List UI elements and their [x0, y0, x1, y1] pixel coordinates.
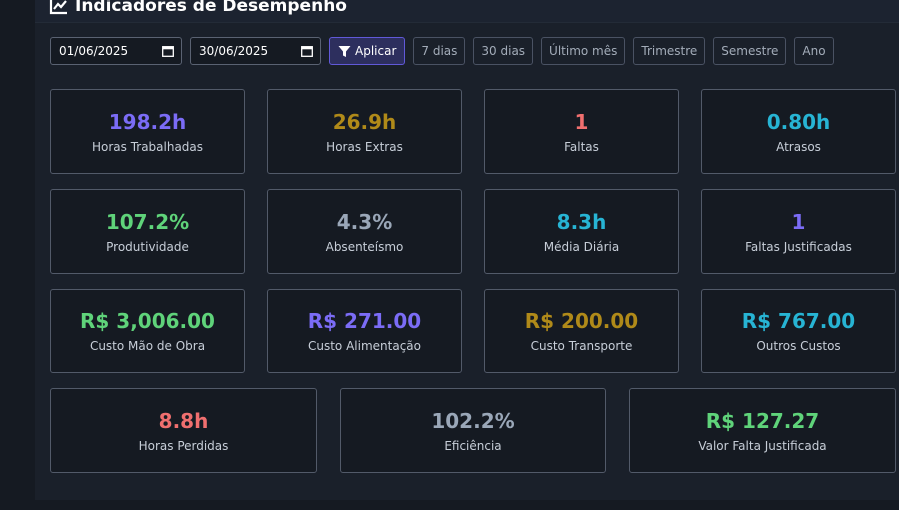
calendar-icon[interactable]: [301, 45, 313, 57]
start-date-value: 01/06/2025: [59, 44, 129, 58]
metric-value: R$ 127.27: [705, 408, 820, 433]
metric-card-daily-average: 8.3h Média Diária: [484, 189, 679, 274]
metric-value: 4.3%: [336, 209, 393, 234]
metric-card-justified-absences: 1 Faltas Justificadas: [701, 189, 896, 274]
apply-label: Aplicar: [355, 44, 397, 58]
metric-value: R$ 200.00: [524, 309, 639, 333]
metric-label: Absenteísmo: [325, 239, 404, 254]
calendar-icon[interactable]: [162, 45, 174, 57]
metric-label: Horas Trabalhadas: [91, 139, 204, 154]
metric-card-efficiency: 102.2% Eficiência: [340, 388, 606, 473]
preset-year-button[interactable]: Ano: [794, 37, 834, 65]
preset-30-days-button[interactable]: 30 dias: [473, 37, 534, 65]
metric-value: 107.2%: [105, 209, 190, 234]
metric-card-overtime: 26.9h Horas Extras: [267, 89, 462, 174]
metric-card-transport-cost: R$ 200.00 Custo Transporte: [484, 289, 679, 373]
metric-label: Produtividade: [106, 239, 189, 254]
metric-value: 0.80h: [766, 109, 831, 134]
metric-label: Faltas Justificadas: [745, 239, 852, 254]
metric-label: Horas Perdidas: [138, 438, 229, 453]
metric-label: Horas Extras: [326, 139, 403, 154]
metric-label: Eficiência: [444, 438, 502, 453]
metric-label: Custo Transporte: [530, 339, 633, 353]
preset-quarter-button[interactable]: Trimestre: [633, 37, 706, 65]
metric-card-absences: 1 Faltas: [484, 89, 679, 174]
panel-header: Indicadores de Desempenho: [35, 0, 899, 23]
metric-value: R$ 271.00: [307, 309, 422, 333]
preset-last-month-button[interactable]: Último mês: [541, 37, 626, 65]
metric-card-other-costs: R$ 767.00 Outros Custos: [701, 289, 896, 373]
metric-label: Custo Mão de Obra: [89, 339, 206, 353]
metric-card-productivity: 107.2% Produtividade: [50, 189, 245, 274]
start-date-input[interactable]: 01/06/2025: [50, 37, 182, 65]
page-title: Indicadores de Desempenho: [75, 0, 347, 16]
preset-7-days-button[interactable]: 7 dias: [413, 37, 466, 65]
filter-icon: [338, 45, 351, 57]
metric-label: Atrasos: [776, 139, 821, 154]
preset-semester-button[interactable]: Semestre: [713, 37, 787, 65]
metric-value: 8.8h: [158, 408, 209, 433]
metric-value: R$ 767.00: [741, 309, 856, 333]
metric-value: 1: [574, 109, 589, 134]
metric-value: 8.3h: [556, 209, 607, 234]
apply-filter-button[interactable]: Aplicar: [329, 37, 406, 65]
metric-value: 1: [791, 209, 806, 234]
metric-value: 198.2h: [108, 109, 187, 134]
end-date-input[interactable]: 30/06/2025: [190, 37, 321, 65]
metric-card-absenteeism: 4.3% Absenteísmo: [267, 189, 462, 274]
filter-bar: 01/06/2025 30/06/2025 Aplicar 7 dias 30 …: [50, 37, 834, 65]
metric-card-food-cost: R$ 271.00 Custo Alimentação: [267, 289, 462, 373]
chart-line-icon: [49, 0, 67, 15]
metric-card-lost-hours: 8.8h Horas Perdidas: [50, 388, 317, 473]
metric-label: Faltas: [564, 139, 599, 154]
metric-label: Custo Alimentação: [307, 339, 421, 353]
metric-card-labor-cost: R$ 3,006.00 Custo Mão de Obra: [50, 289, 245, 373]
metric-card-worked-hours: 198.2h Horas Trabalhadas: [50, 89, 245, 174]
end-date-value: 30/06/2025: [199, 44, 269, 58]
metric-value: 102.2%: [431, 408, 515, 433]
metric-label: Média Diária: [543, 239, 620, 254]
metric-label: Valor Falta Justificada: [698, 438, 827, 453]
metric-value: 26.9h: [332, 109, 397, 134]
metric-label: Outros Custos: [756, 339, 841, 353]
panel-title-wrap: Indicadores de Desempenho: [49, 0, 347, 16]
metric-card-delays: 0.80h Atrasos: [701, 89, 896, 174]
metric-card-justified-absence-value: R$ 127.27 Valor Falta Justificada: [629, 388, 896, 473]
metric-value: R$ 3,006.00: [80, 309, 215, 333]
